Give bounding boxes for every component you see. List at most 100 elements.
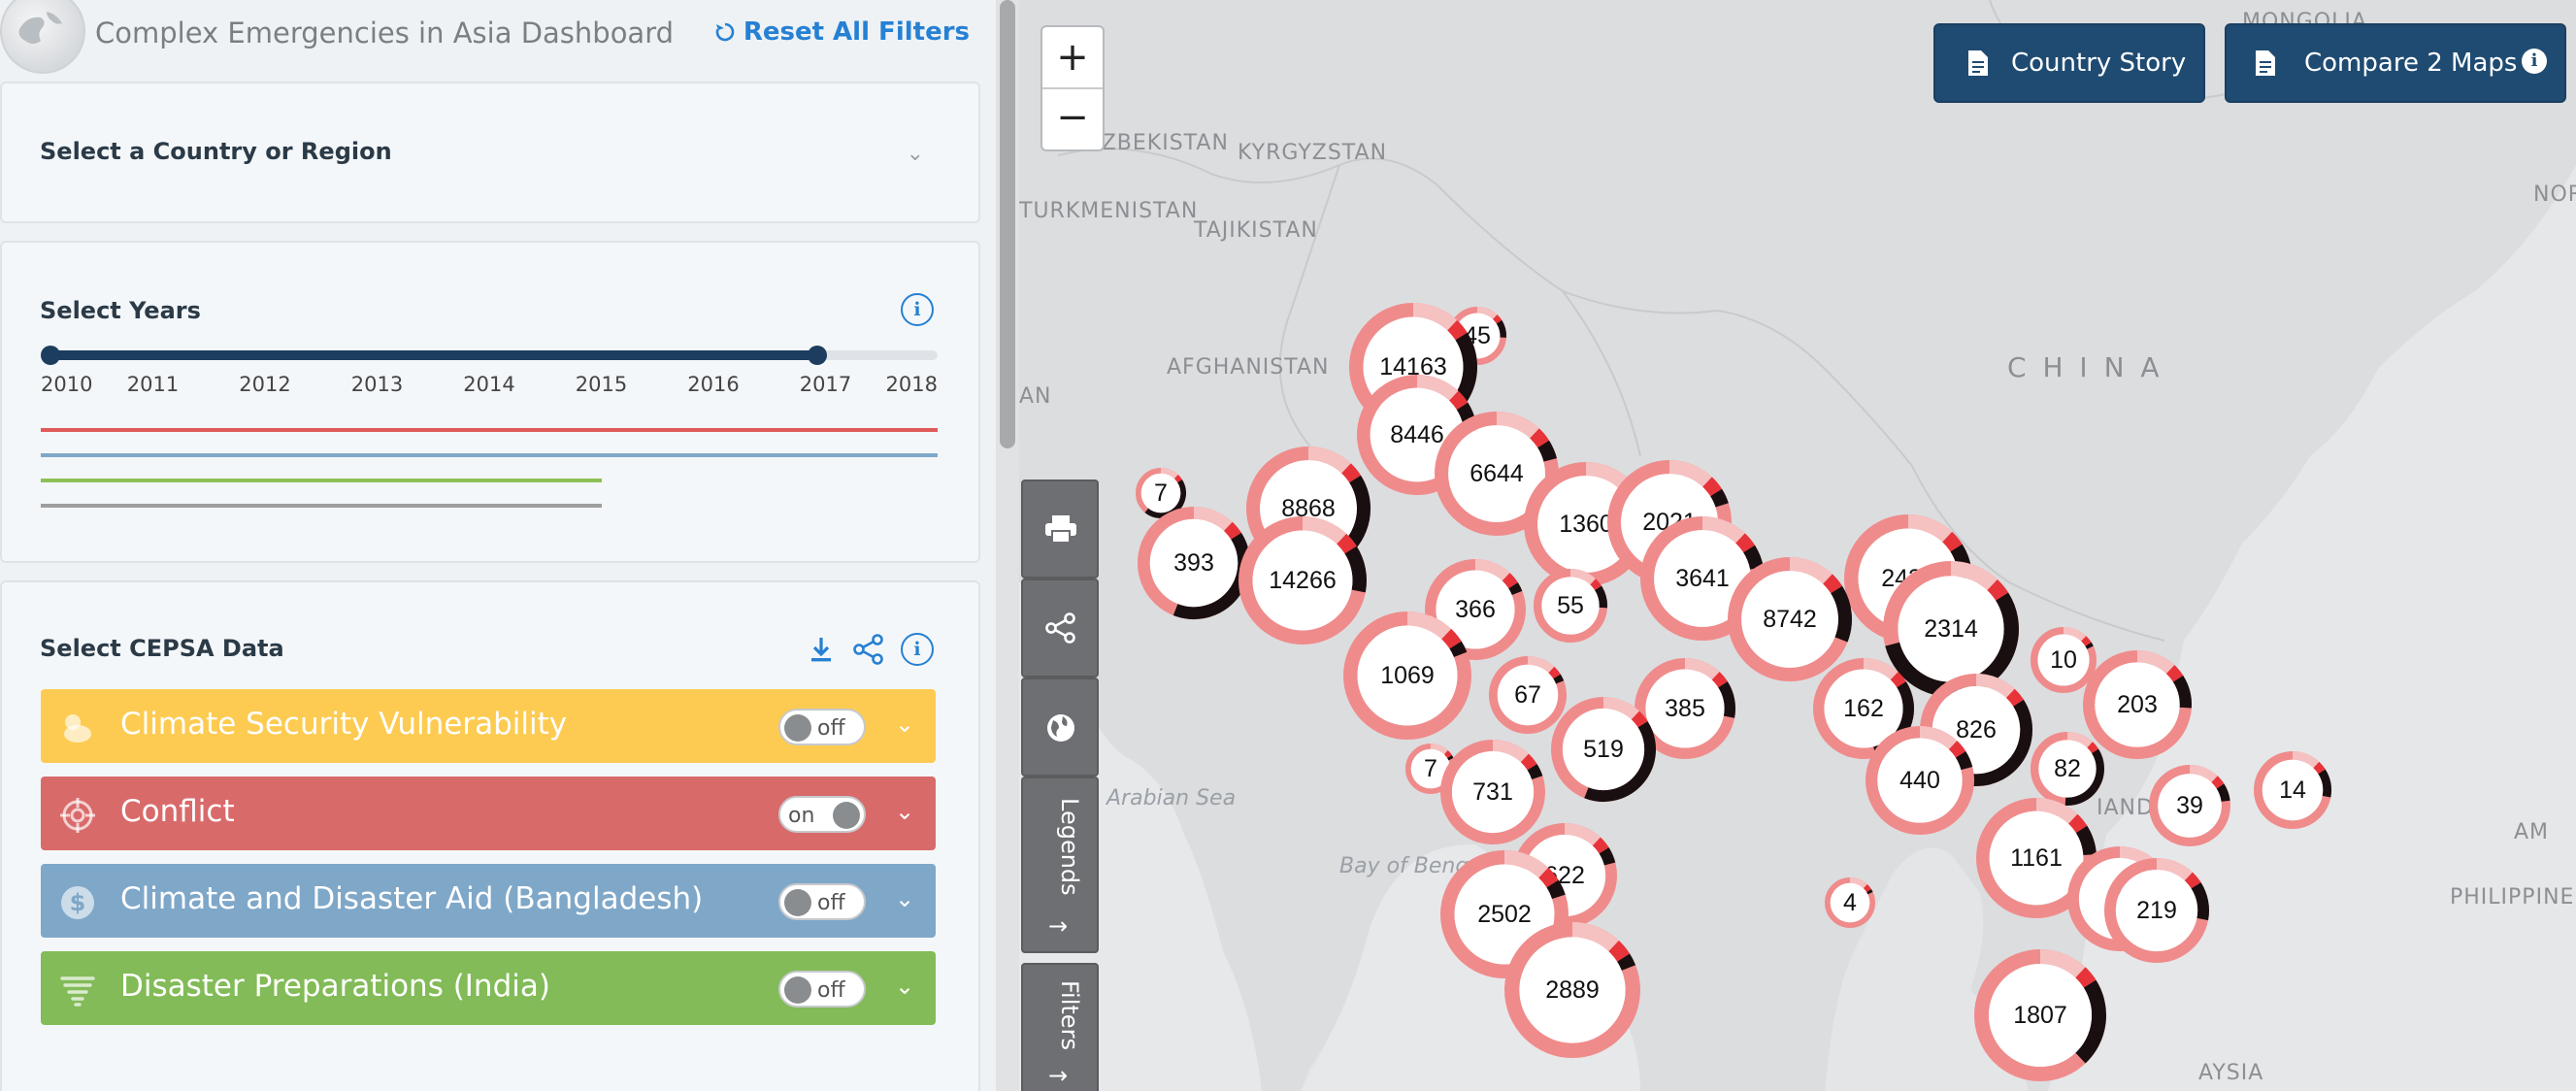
cluster-segment	[1823, 574, 1843, 594]
cluster-segment	[1890, 672, 1906, 688]
cluster-count-label: 7	[1154, 479, 1168, 507]
cluster-count-label: 366	[1455, 596, 1496, 623]
cluster-segment	[1948, 741, 1966, 758]
year-slider-start-handle[interactable]	[41, 346, 60, 365]
cluster-layer: 451416384466644788681360 202139314266 3641…	[1136, 303, 2332, 1081]
map[interactable]: MONGOLIA UZBEKISTAN KYRGYZSTAN TURKMENISTAN…	[1019, 0, 2576, 1091]
chevron-down-icon[interactable]: ⌄	[895, 885, 914, 912]
country-select-dropdown[interactable]: Select a Country or Region ⌄	[0, 82, 980, 223]
chevron-down-icon[interactable]: ⌄	[895, 973, 914, 1000]
year-tick-label: 2016	[687, 373, 740, 396]
cluster-marker[interactable]: 8742	[1727, 556, 1852, 681]
info-icon[interactable]: i	[901, 293, 934, 326]
share-icon[interactable]	[852, 633, 885, 666]
data-coverage-line	[41, 504, 602, 508]
cluster-marker[interactable]: 4	[1824, 876, 1875, 928]
cluster-segment	[1538, 867, 1559, 888]
cluster-segment	[1742, 545, 1764, 570]
zoom-in-button[interactable]: +	[1042, 27, 1103, 89]
layer-row-conflict[interactable]: Conflict on ⌄	[41, 777, 936, 850]
layer-row-disaster-preparations-india[interactable]: Disaster Preparations (India) off ⌄	[41, 951, 936, 1025]
toggle-state: off	[817, 978, 845, 1003]
cluster-count-label: 731	[1472, 778, 1513, 806]
cluster-marker[interactable]: 82	[2031, 731, 2105, 806]
cluster-segment	[1441, 628, 1462, 649]
cluster-count-label: 6644	[1470, 460, 1524, 487]
basemap-button[interactable]	[1021, 678, 1099, 777]
info-icon[interactable]: i	[901, 633, 934, 666]
cluster-segment	[1527, 764, 1543, 780]
print-button[interactable]	[1021, 479, 1099, 579]
cluster-count-label: 440	[1899, 767, 1940, 794]
cluster-segment	[1942, 531, 1963, 552]
cluster-segment	[2075, 825, 2097, 856]
cluster-marker[interactable]: 519	[1551, 697, 1657, 803]
cluster-marker[interactable]: 731	[1440, 740, 1546, 845]
globe-icon	[1047, 714, 1074, 742]
reset-filters-button[interactable]: Reset All Filters	[714, 17, 970, 47]
year-tick-label: 2017	[799, 373, 852, 396]
cluster-marker[interactable]: 1807	[1973, 948, 2106, 1081]
toggle-state: off	[817, 891, 845, 915]
cluster-count-label: 2314	[1924, 615, 1978, 643]
layer-row-climate-and-disaster-aid-bangladesh[interactable]: $ Climate and Disaster Aid (Bangladesh) of…	[41, 864, 936, 938]
cluster-marker[interactable]: 14	[2254, 751, 2332, 830]
legends-button[interactable]: Legends →	[1021, 777, 1099, 953]
cluster-segment	[1449, 641, 1468, 658]
toggle-state: on	[788, 804, 815, 828]
cluster-marker[interactable]: 55	[1533, 568, 1607, 643]
data-coverage-line	[41, 428, 938, 432]
chevron-down-icon[interactable]: ⌄	[895, 798, 914, 825]
year-tick-label: 2010	[41, 373, 93, 396]
share-map-button[interactable]	[1021, 579, 1099, 678]
layer-toggle[interactable]: off	[778, 883, 866, 920]
year-tick-label: 2012	[239, 373, 291, 396]
cluster-marker[interactable]: 39	[2148, 764, 2230, 846]
sidebar-scroll-thumb[interactable]	[1000, 0, 1015, 448]
cluster-count-label: 3641	[1675, 565, 1730, 592]
layer-toggle[interactable]: off	[778, 971, 866, 1008]
cluster-count-label: 385	[1665, 695, 1705, 722]
layer-row-climate-security-vulnerability[interactable]: Climate Security Vulnerability off ⌄	[41, 689, 936, 763]
cluster-marker[interactable]: 7	[1136, 467, 1186, 518]
layer-label: Conflict	[120, 794, 235, 829]
layer-label: Climate Security Vulnerability	[120, 707, 568, 742]
layer-toggle[interactable]: on	[778, 796, 866, 833]
cluster-segment	[1530, 428, 1550, 448]
cluster-count-label: 2502	[1477, 901, 1532, 928]
chevron-down-icon[interactable]: ⌄	[895, 711, 914, 738]
download-icon[interactable]	[809, 635, 834, 664]
cluster-segment	[1710, 488, 1729, 508]
cluster-segment	[1590, 579, 1602, 591]
info-icon[interactable]: i	[2522, 49, 2547, 74]
cluster-count-label: 162	[1843, 695, 1884, 722]
cluster-segment	[2184, 872, 2201, 889]
filters-button[interactable]: Filters →	[1021, 963, 1099, 1091]
cepsa-panel-title: Select CEPSA Data	[40, 635, 284, 662]
document-icon	[2256, 50, 2275, 76]
cluster-marker[interactable]: 2889	[1504, 922, 1641, 1059]
year-tick-label: 2011	[126, 373, 180, 396]
cluster-segment	[1987, 579, 2009, 601]
cluster-segment	[1592, 837, 1609, 854]
country-select-label: Select a Country or Region	[40, 138, 392, 165]
cluster-count-label: 1807	[2013, 1002, 2067, 1029]
cluster-marker[interactable]: 219	[2103, 858, 2209, 964]
compare-maps-button[interactable]: Compare 2 Maps i	[2225, 23, 2566, 103]
cluster-marker[interactable]: 393	[1138, 507, 1251, 620]
cluster-marker[interactable]: 14266	[1238, 516, 1367, 645]
cluster-marker[interactable]: 67	[1488, 656, 1567, 735]
cluster-marker[interactable]: 203	[2083, 649, 2193, 759]
cluster-marker[interactable]: 10	[2030, 626, 2097, 693]
country-story-button[interactable]: Country Story	[1933, 23, 2205, 103]
cluster-marker[interactable]: 2314	[1883, 561, 2020, 698]
layer-toggle[interactable]: off	[778, 709, 866, 745]
chevron-down-icon[interactable]: ⌄	[907, 142, 924, 166]
cluster-marker[interactable]: 1069	[1343, 612, 1472, 741]
cluster-marker[interactable]: 440	[1865, 725, 1974, 835]
zoom-out-button[interactable]: −	[1042, 87, 1103, 148]
year-tick-labels: 2010 2011 2012 2013 2014 2015 2016 2017 2018	[41, 373, 938, 402]
year-slider-end-handle[interactable]	[808, 346, 827, 365]
arrow-right-icon: →	[1048, 1062, 1069, 1089]
cluster-count-label: 14	[2279, 777, 2306, 804]
